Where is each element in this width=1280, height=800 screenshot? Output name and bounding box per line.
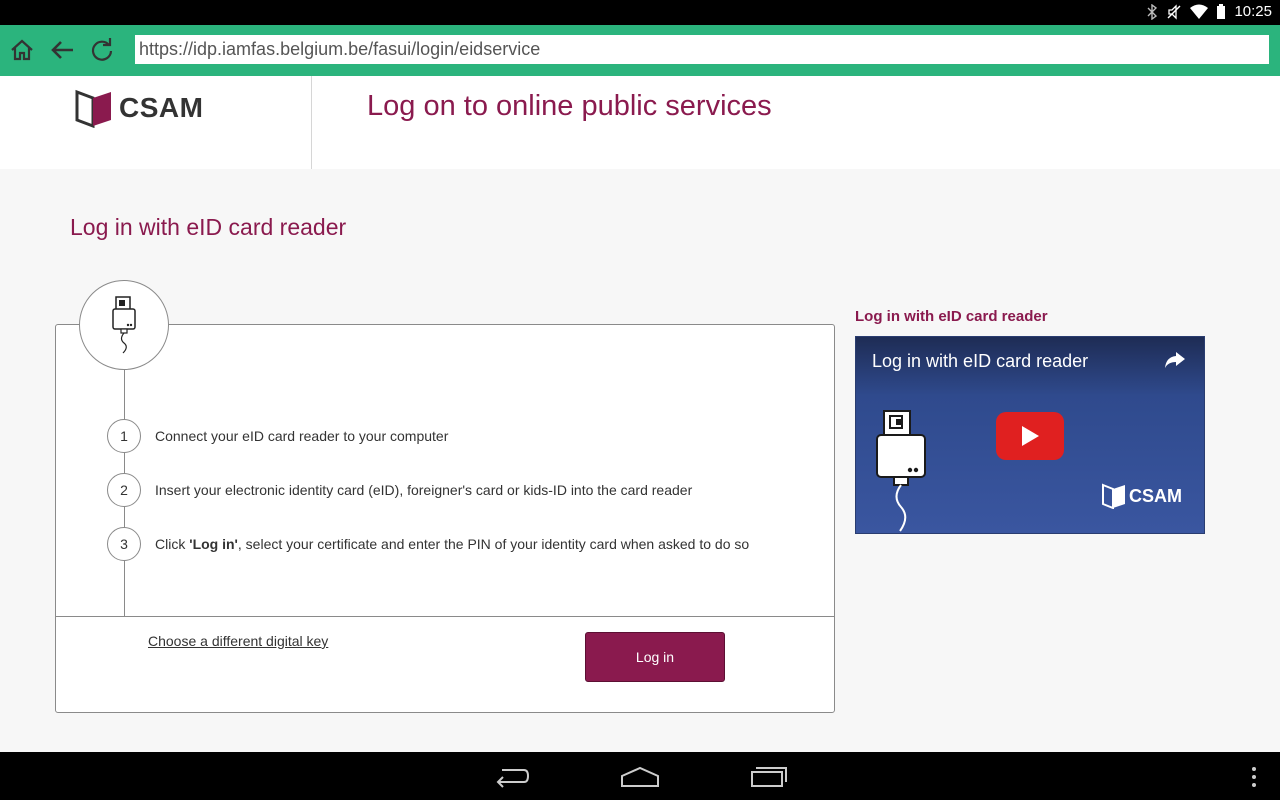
step-text-post: , select your certificate and enter the …: [237, 536, 750, 552]
reload-icon: [91, 38, 113, 61]
page-title: Log on to online public services: [367, 90, 772, 122]
step-text: Connect your eID card reader to your com…: [155, 428, 449, 444]
step-text: Click 'Log in', select your certificate …: [155, 536, 749, 552]
status-icons: 10:25: [1146, 3, 1272, 20]
step-number: 3: [107, 527, 141, 561]
step-1: 1 Connect your eID card reader to your c…: [107, 419, 448, 453]
instruction-card: 1 Connect your eID card reader to your c…: [55, 324, 835, 713]
choose-different-key-link[interactable]: Choose a different digital key: [148, 633, 328, 649]
video-card-reader-illustration: [876, 410, 926, 532]
step-text-bold: 'Log in': [189, 536, 238, 552]
android-nav-bar: [0, 752, 1280, 800]
video-csam-logo: CSAM: [1102, 483, 1182, 509]
login-button[interactable]: Log in: [585, 632, 725, 682]
page-header: CSAM Log on to online public services: [0, 76, 1280, 169]
android-home-button[interactable]: [620, 762, 660, 795]
home-icon: [11, 39, 33, 61]
bluetooth-icon: [1147, 3, 1158, 20]
battery-icon: [1217, 3, 1226, 19]
more-vert-icon: [1252, 767, 1256, 787]
wifi-icon: [1190, 4, 1209, 19]
browser-toolbar: [0, 25, 1280, 76]
play-button[interactable]: [996, 412, 1064, 460]
card-reader-icon: [112, 296, 136, 354]
card-divider: [56, 616, 834, 617]
android-recents-icon: [751, 767, 787, 787]
status-time: 10:25: [1234, 3, 1272, 20]
csam-door-icon: [1102, 483, 1125, 509]
video-heading: Log in with eID card reader: [855, 308, 1048, 325]
android-back-icon: [496, 769, 530, 788]
reload-button[interactable]: [89, 37, 115, 63]
step-3: 3 Click 'Log in', select your certificat…: [107, 527, 749, 561]
play-icon: [1022, 426, 1039, 446]
overflow-menu-button[interactable]: [1250, 766, 1258, 793]
step-number: 1: [107, 419, 141, 453]
mute-icon: [1167, 3, 1181, 20]
video-overlay-title: Log in with eID card reader: [872, 351, 1089, 371]
header-divider: [311, 76, 312, 169]
video-logo-text: CSAM: [1129, 485, 1182, 506]
section-title: Log in with eID card reader: [70, 214, 347, 240]
url-input[interactable]: [135, 35, 1269, 64]
step-number: 2: [107, 473, 141, 507]
logo-text: CSAM: [119, 92, 204, 123]
share-icon: [1165, 352, 1185, 368]
step-text-pre: Click: [155, 536, 190, 552]
arrow-left-icon: [51, 41, 73, 59]
csam-logo[interactable]: CSAM: [75, 88, 203, 128]
android-home-icon: [621, 766, 659, 787]
back-button[interactable]: [49, 37, 75, 63]
status-bar: 10:25: [0, 0, 1280, 25]
youtube-video[interactable]: Log in with eID card reader CSAM: [855, 336, 1205, 534]
android-recents-button[interactable]: [750, 762, 788, 795]
card-reader-badge: [79, 280, 169, 370]
step-2: 2 Insert your electronic identity card (…: [107, 473, 692, 507]
csam-door-icon: [75, 89, 111, 128]
android-back-button[interactable]: [494, 762, 530, 795]
home-button[interactable]: [9, 37, 35, 63]
step-text: Insert your electronic identity card (eI…: [155, 482, 693, 498]
share-button[interactable]: [1164, 351, 1186, 374]
